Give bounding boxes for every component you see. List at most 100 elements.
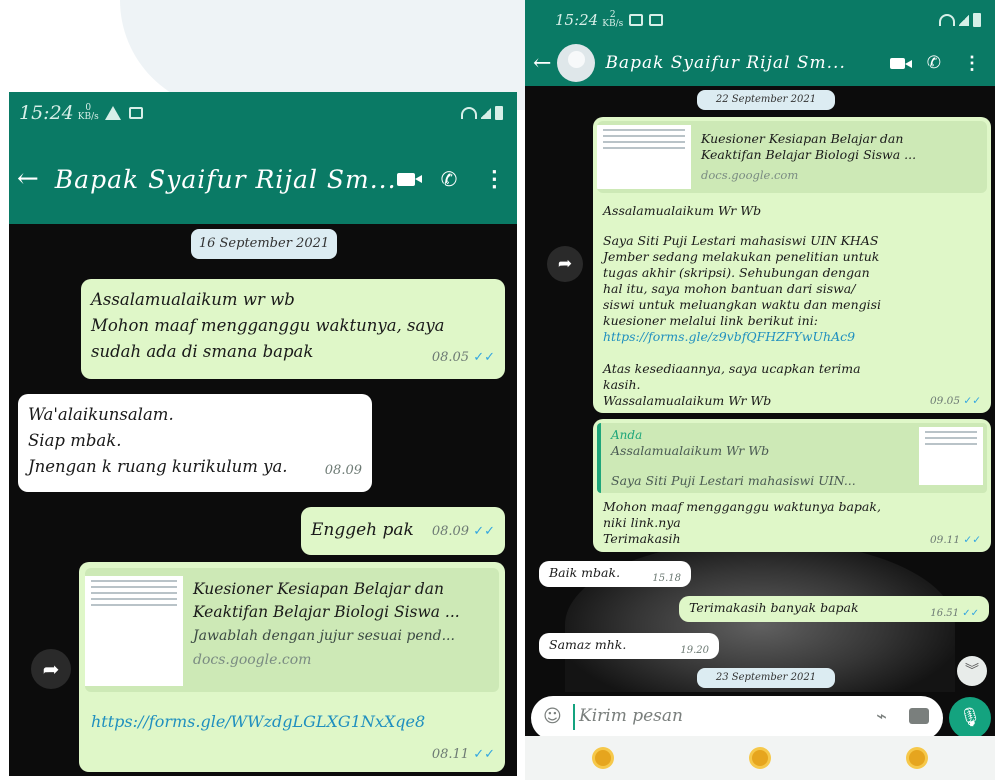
message-time: 09.11 ✓✓ [929,534,981,546]
more-options-icon[interactable]: ⋮ [963,53,981,74]
network-speed: 2 KB/s [602,10,624,29]
message-greeting: Assalamualaikum Wr Wb [603,203,762,218]
link-preview-thumbnail [597,125,691,189]
message-outgoing-2: Enggeh pak 08.09 ✓✓ [301,507,505,555]
warning-icon [104,106,121,120]
status-bar: 15:24 2 KB/s [525,0,995,40]
message-icon [128,107,143,119]
text-cursor [573,704,575,730]
quote-line: Saya Siti Puji Lestari mahasiswi UIN... [611,473,856,488]
message-incoming-samaz: Samaz mhk. 19.20 [539,633,719,659]
message-icon [649,14,664,26]
link-preview-description: Jawablah dengan jujur sesuai pend... [193,628,455,644]
quoted-message[interactable]: Anda Assalamualaikum Wr Wb Saya Siti Puj… [597,423,987,493]
message-input-field[interactable]: ☺ Kirim pesan ⌁ [531,696,943,740]
chat-header: ← Bapak Syaifur Rijal Sm... ✆ ⋮ [9,134,517,224]
link-preview[interactable]: Kuesioner Kesiapan Belajar dan Keaktifan… [85,568,499,692]
video-call-icon[interactable] [889,57,912,69]
link-preview-title: Kuesioner Kesiapan Belajar dan Keaktifan… [193,580,460,621]
network-speed: 0 KB/s [77,103,99,122]
message-outgoing-1: Assalamualaikum wr wb Mohon maaf menggan… [81,279,505,379]
message-line: Siap mbak. [28,431,122,450]
flower-emoji-icon[interactable] [751,750,768,766]
phone-call-icon[interactable]: ✆ [441,167,458,191]
read-receipt-icon: ✓✓ [963,534,981,546]
more-options-icon[interactable]: ⋮ [483,166,505,192]
read-receipt-icon: ✓✓ [473,524,495,539]
back-arrow-icon[interactable]: ← [533,51,551,76]
message-time: 09.05 ✓✓ [929,395,981,407]
image-icon [629,14,644,26]
message-reply: Anda Assalamualaikum Wr Wb Saya Siti Puj… [593,419,991,552]
flower-emoji-icon[interactable] [595,750,612,766]
mic-button[interactable]: 🎙 [949,697,991,739]
battery-icon [495,106,503,120]
message-link-url[interactable]: https://forms.gle/WWzdgLGLXG1NxXqe8 [91,712,425,731]
avatar[interactable] [557,44,596,82]
message-forwarded: Kuesioner Kesiapan Belajar dan Keaktifan… [593,117,991,413]
message-time: 15.18 [652,573,681,584]
read-receipt-icon: ✓✓ [963,395,981,407]
message-text: Baik mbak. [549,565,621,580]
message-line: Wa'alaikunsalam. [28,405,174,424]
status-time: 15:24 [555,11,599,29]
link-preview-domain: docs.google.com [193,652,312,668]
message-time: 08.11 ✓✓ [431,747,495,762]
message-line: Jnengan k ruang kurikulum ya. [28,457,288,476]
forward-icon[interactable]: ➦ [547,246,583,282]
phone-call-icon[interactable]: ✆ [927,53,941,73]
right-phone-screenshot: 15:24 2 KB/s ← Bapak Syaifur Rijal Sm... … [525,0,995,780]
message-time: 19.20 [680,645,709,656]
message-outgoing-terima: Terimakasih banyak bapak 16.51 ✓✓ [679,596,989,622]
emoji-icon[interactable]: ☺ [543,706,562,727]
message-time: 08.05 ✓✓ [431,350,495,365]
contact-name[interactable]: Bapak Syaifur Rijal Sm... [55,165,397,194]
quote-line: Assalamualaikum Wr Wb [611,443,770,458]
message-body: Mohon maaf mengganggu waktunya bapak, ni… [603,499,881,546]
link-preview-title: Kuesioner Kesiapan Belajar dan Keaktifan… [701,131,917,162]
contact-name[interactable]: Bapak Syaifur Rijal Sm... [605,53,889,73]
scroll-down-icon[interactable]: ︾ [957,656,987,686]
wifi-icon [939,14,955,26]
message-text: Samaz mhk. [549,637,627,652]
quoted-thumbnail [919,427,983,485]
message-link-outgoing: Kuesioner Kesiapan Belajar dan Keaktifan… [79,562,505,772]
attach-icon[interactable]: ⌁ [876,706,887,727]
date-chip: 16 September 2021 [191,229,337,259]
message-body: Saya Siti Puji Lestari mahasiswi UIN KHA… [603,233,882,345]
message-time: 08.09 ✓✓ [431,524,495,539]
keyboard-emoji-row [525,736,995,780]
date-chip: 22 September 2021 [697,90,835,110]
left-phone-screenshot: 15:24 0 KB/s ← Bapak Syaifur Rijal Sm... … [9,92,517,776]
link-preview-thumbnail [85,576,183,686]
read-receipt-icon: ✓✓ [473,350,495,365]
message-time: 16.51 ✓✓ [930,608,979,619]
quote-author: Anda [611,428,643,442]
message-link-url[interactable]: https://forms.gle/z9vbfQFHZFYwUhAc9 [603,329,881,345]
wifi-icon [461,107,477,119]
signal-icon [481,107,491,119]
message-closing: Atas kesediaannya, saya ucapkan terima k… [603,361,861,408]
message-line: Assalamualaikum wr wb [91,290,295,309]
status-time: 15:24 [19,102,74,124]
link-preview[interactable]: Kuesioner Kesiapan Belajar dan Keaktifan… [597,121,987,193]
forward-icon[interactable]: ➦ [31,649,71,689]
read-receipt-icon: ✓✓ [962,608,979,619]
input-placeholder: Kirim pesan [579,706,683,726]
message-incoming-1: Wa'alaikunsalam. Siap mbak. Jnengan k ru… [18,394,372,492]
flower-emoji-icon[interactable] [908,750,925,766]
video-call-icon[interactable] [396,172,422,186]
battery-icon [973,13,981,27]
camera-icon[interactable] [909,708,929,724]
message-line: Enggeh pak [311,520,414,540]
read-receipt-icon: ✓✓ [473,747,495,762]
message-incoming-baik: Baik mbak. 15.18 [539,561,691,587]
date-chip: 23 September 2021 [697,668,835,688]
back-arrow-icon[interactable]: ← [17,164,39,194]
signal-icon [959,14,969,26]
status-bar: 15:24 0 KB/s [9,92,517,134]
link-preview-domain: docs.google.com [701,168,799,182]
message-line: Mohon maaf mengganggu waktunya, saya [91,316,445,335]
chat-header: ← Bapak Syaifur Rijal Sm... ✆ ⋮ [525,40,995,86]
message-text: Terimakasih banyak bapak [689,600,859,615]
